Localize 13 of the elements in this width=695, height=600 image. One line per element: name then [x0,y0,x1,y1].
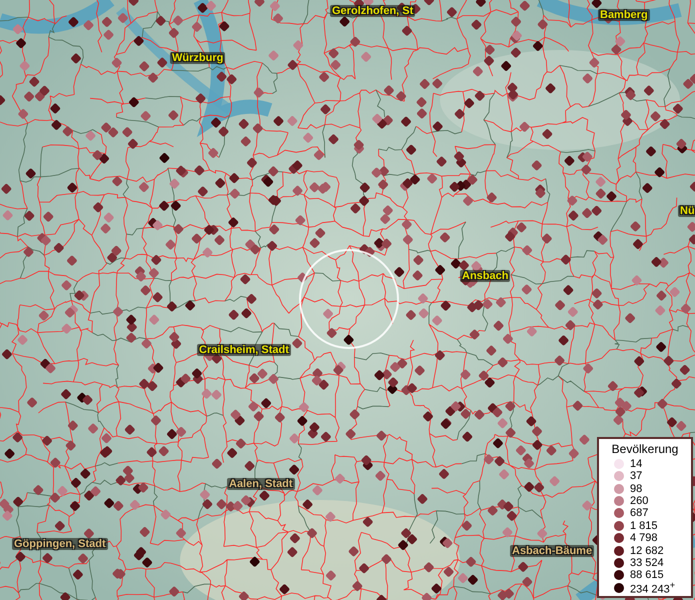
legend-value: 234 243$^{+}$ [630,580,676,596]
legend-value: 37 [630,470,642,482]
legend-value: 33 524 [630,557,664,570]
map-view[interactable]: Gerolzhofen, St Bamberg Würzburg Nü Ansbach Crailsheim, Stadt Aalen, Stadt Göppingen, Stadt Asbach-Bäume Bevölkerung 14 37 98 260 687 1 815 4 798 12 682 33 524 88 615 234 243$^{+}$ [0,0,695,600]
legend-value: 687 [630,507,648,520]
legend-value: 12 682 [630,544,664,557]
legend-value: 260 [630,495,648,508]
legend-value: 14 [630,458,642,470]
legend-title: Bevölkerung [612,442,678,456]
legend-value: 98 [630,482,642,495]
legend-value: 1 815 [630,520,658,532]
legend-value: 88 615 [630,569,664,582]
legend-value: 4 798 [630,532,658,544]
